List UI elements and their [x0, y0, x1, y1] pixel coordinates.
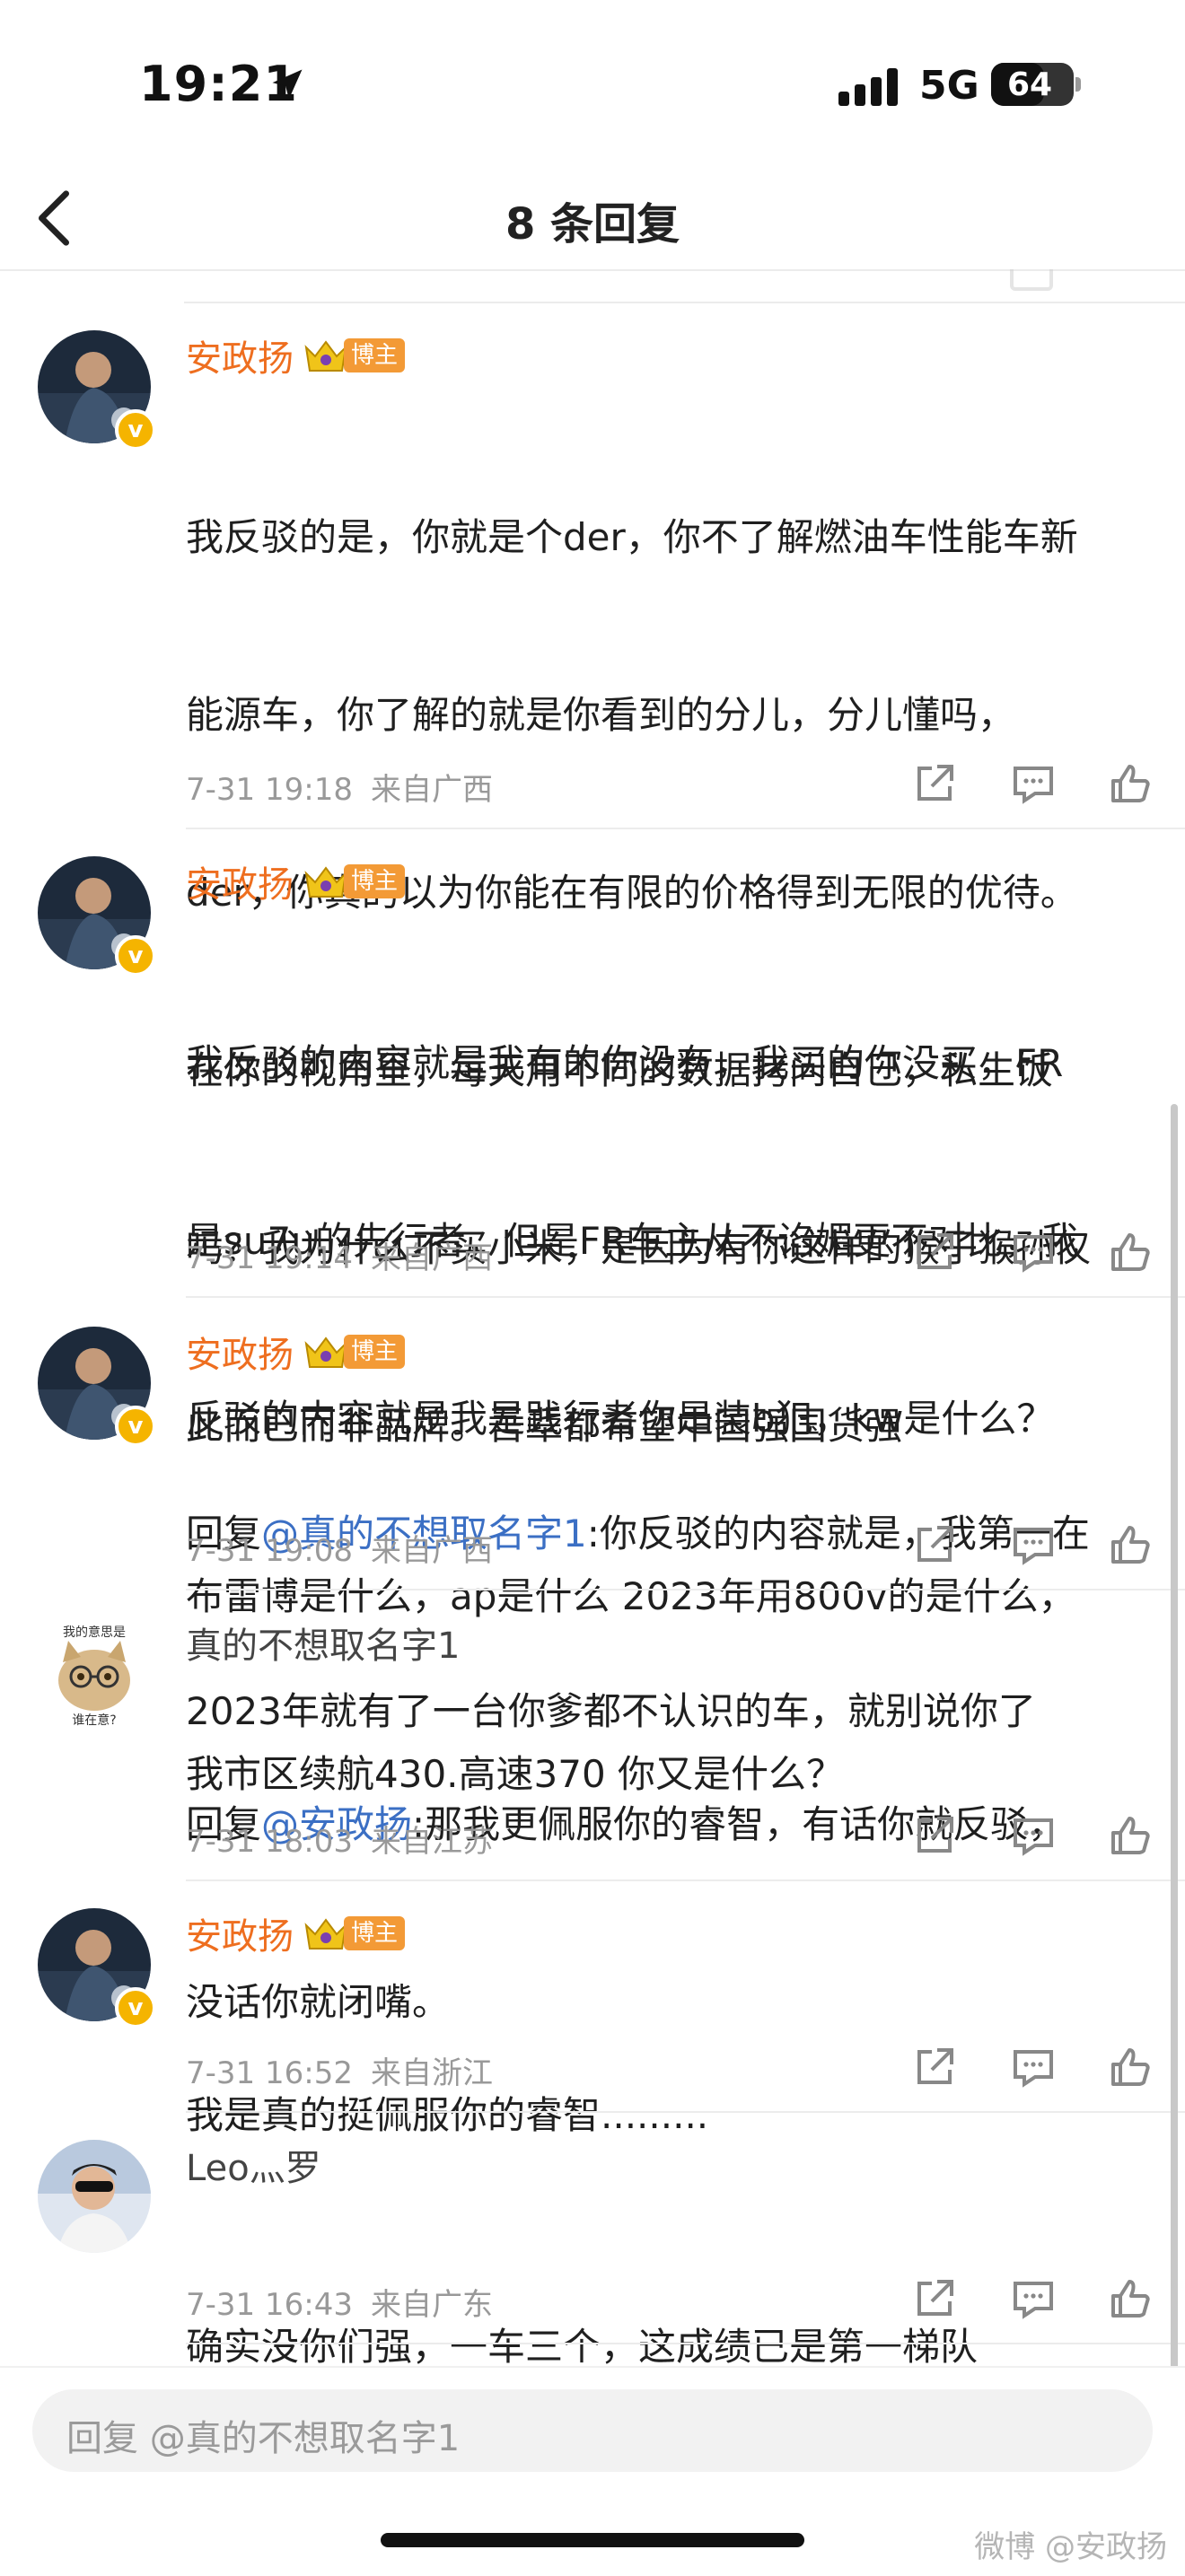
author-row: Leo灬罗	[186, 2139, 321, 2191]
comment-divider	[186, 1296, 1185, 1298]
header-divider	[0, 269, 1185, 271]
author-name[interactable]: 安政扬	[186, 1907, 294, 1959]
comment-line: 能源车，你了解的就是你看到的分儿，分儿懂吗，	[186, 693, 1016, 737]
verified-badge-icon: v	[115, 1987, 156, 2028]
comment-divider	[186, 2111, 1185, 2113]
battery-icon: 64	[991, 63, 1074, 106]
share-icon[interactable]	[912, 2045, 959, 2090]
comment-meta: 7-31 19:18 来自广西	[186, 765, 493, 809]
comment-location: 来自浙江	[370, 2055, 493, 2091]
comment-location: 来自广西	[370, 772, 493, 808]
avatar[interactable]: 我的意思是 谁在意?	[38, 1617, 151, 1730]
comment-location: 来自广西	[370, 1240, 493, 1276]
author-name[interactable]: 安政扬	[186, 855, 294, 907]
like-thumb-icon[interactable]	[1108, 1522, 1154, 1567]
author-row: 真的不想取名字1	[186, 1617, 460, 1669]
partial-action-icon	[1010, 269, 1053, 291]
like-thumb-icon[interactable]	[1108, 2045, 1154, 2090]
reply-input[interactable]: 回复 @真的不想取名字1	[32, 2389, 1153, 2472]
blogger-badge: 博主	[344, 1335, 406, 1369]
share-icon[interactable]	[912, 2276, 959, 2321]
page-title: 8 条回复	[505, 199, 680, 250]
location-arrow-icon	[272, 69, 303, 100]
comment-time: 7-31 19:08	[186, 1533, 353, 1569]
comment-time: 7-31 18:03	[186, 1824, 353, 1860]
comment-actions	[912, 2045, 1154, 2090]
author-row: 安政扬 博主	[186, 1326, 406, 1378]
status-bar: 19:21 5G 64	[0, 0, 1185, 171]
comment-line: 我反驳的内容就是我有的你没有，我买的你没买，FR	[186, 1041, 1064, 1085]
verified-badge-icon: v	[115, 935, 156, 977]
list-divider	[184, 302, 1185, 303]
like-thumb-icon[interactable]	[1108, 761, 1154, 806]
comment-icon[interactable]	[1010, 1522, 1057, 1567]
like-thumb-icon[interactable]	[1108, 1813, 1154, 1858]
home-indicator[interactable]	[381, 2533, 804, 2547]
author-row: 安政扬 博主	[186, 1907, 406, 1959]
comment-meta: 7-31 19:08 来自广西	[186, 1526, 493, 1570]
avatar-image	[38, 2140, 151, 2253]
author-name[interactable]: 安政扬	[186, 1326, 294, 1378]
comment-line: 我反驳的是，你就是个der，你不了解燃油车性能车新	[186, 515, 1078, 559]
crown-icon	[304, 1336, 347, 1368]
nav-header: 8 条回复	[0, 171, 1185, 269]
comment-line: 我是真的挺佩服你的睿智.........	[186, 2093, 709, 2137]
comment-location: 来自广东	[370, 2287, 493, 2323]
comment-meta: 7-31 16:43 来自广东	[186, 2280, 493, 2324]
author-row: 安政扬 博主	[186, 329, 406, 381]
comment-actions	[912, 1522, 1154, 1567]
comment-actions	[912, 1813, 1154, 1858]
blogger-badge: 博主	[344, 338, 406, 372]
comment-location: 来自江苏	[370, 1824, 493, 1860]
scrollbar[interactable]	[1171, 1104, 1178, 2370]
signal-icon	[838, 68, 898, 106]
avatar-caption: 我的意思是	[63, 1625, 126, 1640]
comment-icon[interactable]	[1010, 1813, 1057, 1858]
comment-time: 7-31 19:14	[186, 1240, 353, 1276]
comment-time: 7-31 16:52	[186, 2055, 353, 2091]
blogger-badge: 博主	[344, 864, 406, 898]
reply-input-placeholder: 回复 @真的不想取名字1	[66, 2418, 461, 2459]
comment-actions	[912, 761, 1154, 806]
comment-meta: 7-31 19:14 来自广西	[186, 1233, 493, 1277]
reply-bar: 回复 @真的不想取名字1 微博 @安政扬	[0, 2366, 1185, 2576]
battery-percentage: 64	[1006, 66, 1053, 103]
comment-icon[interactable]	[1010, 2276, 1057, 2321]
verified-badge-icon: v	[115, 1406, 156, 1447]
comment-location: 来自广西	[370, 1533, 493, 1569]
share-icon[interactable]	[912, 1813, 959, 1858]
like-thumb-icon[interactable]	[1108, 1230, 1154, 1275]
blogger-badge: 博主	[344, 1916, 406, 1950]
comment-meta: 7-31 18:03 来自江苏	[186, 1817, 493, 1861]
crown-icon	[304, 1918, 347, 1950]
avatar-caption: 谁在意?	[72, 1713, 117, 1728]
comment-divider	[186, 828, 1185, 829]
author-name[interactable]: 安政扬	[186, 329, 294, 381]
share-icon[interactable]	[912, 1522, 959, 1567]
share-icon[interactable]	[912, 761, 959, 806]
watermark: 微博 @安政扬	[974, 2529, 1167, 2565]
comment-time: 7-31 16:43	[186, 2287, 353, 2323]
author-row: 安政扬 博主	[186, 855, 406, 907]
crown-icon	[304, 866, 347, 898]
comment-icon[interactable]	[1010, 2045, 1057, 2090]
avatar[interactable]	[38, 2140, 151, 2253]
comment-divider	[186, 1879, 1185, 1881]
share-icon[interactable]	[912, 1230, 959, 1275]
comment-actions	[912, 1230, 1154, 1275]
author-name[interactable]: Leo灬罗	[186, 2139, 321, 2191]
like-thumb-icon[interactable]	[1108, 2276, 1154, 2321]
author-name[interactable]: 真的不想取名字1	[186, 1617, 460, 1669]
comment-icon[interactable]	[1010, 1230, 1057, 1275]
comment-icon[interactable]	[1010, 761, 1057, 806]
verified-badge-icon: v	[115, 409, 156, 451]
comment-meta: 7-31 16:52 来自浙江	[186, 2048, 493, 2092]
comment-actions	[912, 2276, 1154, 2321]
crown-icon	[304, 340, 347, 372]
comment-divider	[186, 2343, 1185, 2344]
network-type: 5G	[919, 63, 979, 109]
comment-time: 7-31 19:18	[186, 772, 353, 808]
comment-divider	[186, 1589, 1185, 1590]
battery-nub	[1075, 77, 1081, 92]
